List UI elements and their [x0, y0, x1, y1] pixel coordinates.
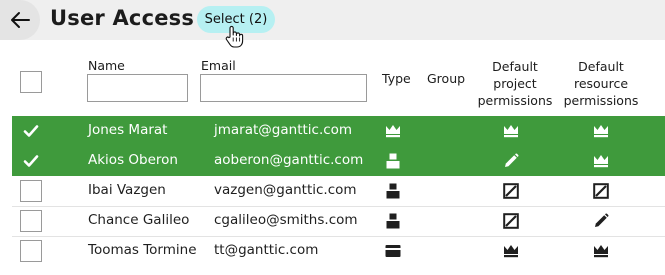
crown-icon[interactable]: [592, 242, 610, 260]
back-button[interactable]: [0, 0, 40, 40]
no-access-icon[interactable]: [502, 212, 520, 230]
row-checkbox[interactable]: [20, 240, 42, 262]
user-icon: [384, 212, 402, 230]
row-checkbox[interactable]: [20, 180, 42, 202]
table-row[interactable]: Akios Oberon aoberon@ganttic.com: [12, 146, 665, 176]
crown-icon[interactable]: [592, 122, 610, 140]
table-row[interactable]: Jones Marat jmarat@ganttic.com: [12, 116, 665, 146]
user-email: tt@ganttic.com: [214, 242, 319, 258]
arrow-left-icon: [11, 12, 30, 28]
user-email: vazgen@ganttic.com: [214, 182, 357, 198]
column-header-group: Group: [427, 71, 466, 86]
user-name: Toomas Tormine: [88, 242, 197, 258]
crown-icon[interactable]: [502, 242, 520, 260]
crown-icon[interactable]: [592, 152, 610, 170]
user-email: jmarat@ganttic.com: [214, 122, 353, 138]
column-header-email: Email: [201, 58, 236, 73]
user-icon: [384, 152, 402, 170]
top-bar: User Access Select (2): [0, 0, 665, 48]
row-checkbox[interactable]: [20, 210, 42, 232]
user-name: Jones Marat: [88, 122, 168, 138]
no-access-icon[interactable]: [592, 182, 610, 200]
check-icon: [23, 154, 39, 168]
crown-icon: [384, 122, 402, 140]
column-header-name: Name: [88, 58, 125, 73]
user-name: Ibai Vazgen: [88, 182, 166, 198]
hand-cursor-icon: [225, 25, 244, 48]
table-row[interactable]: Ibai Vazgen vazgen@ganttic.com: [12, 176, 665, 206]
user-icon: [384, 182, 402, 200]
user-name: Akios Oberon: [88, 152, 178, 168]
page-title: User Access: [50, 6, 195, 30]
table-row[interactable]: Toomas Tormine tt@ganttic.com: [12, 236, 665, 266]
column-header-type: Type: [382, 71, 411, 86]
select-all-checkbox[interactable]: [20, 71, 42, 93]
column-header-resource-permissions: Default resource permissions: [563, 59, 639, 108]
pencil-icon[interactable]: [502, 152, 520, 170]
pencil-icon[interactable]: [592, 212, 610, 230]
email-filter-input[interactable]: [200, 74, 367, 102]
user-name: Chance Galileo: [88, 212, 190, 228]
column-header-project-permissions: Default project permissions: [477, 59, 553, 108]
crown-icon[interactable]: [502, 122, 520, 140]
card-icon: [384, 242, 402, 260]
check-icon: [23, 124, 39, 138]
name-filter-input[interactable]: [87, 74, 188, 102]
user-email: cgalileo@smiths.com: [214, 212, 358, 228]
row-checkbox[interactable]: [20, 120, 42, 142]
user-email: aoberon@ganttic.com: [214, 152, 364, 168]
no-access-icon[interactable]: [502, 182, 520, 200]
row-checkbox[interactable]: [20, 150, 42, 172]
table-row[interactable]: Chance Galileo cgalileo@smiths.com: [12, 206, 665, 236]
